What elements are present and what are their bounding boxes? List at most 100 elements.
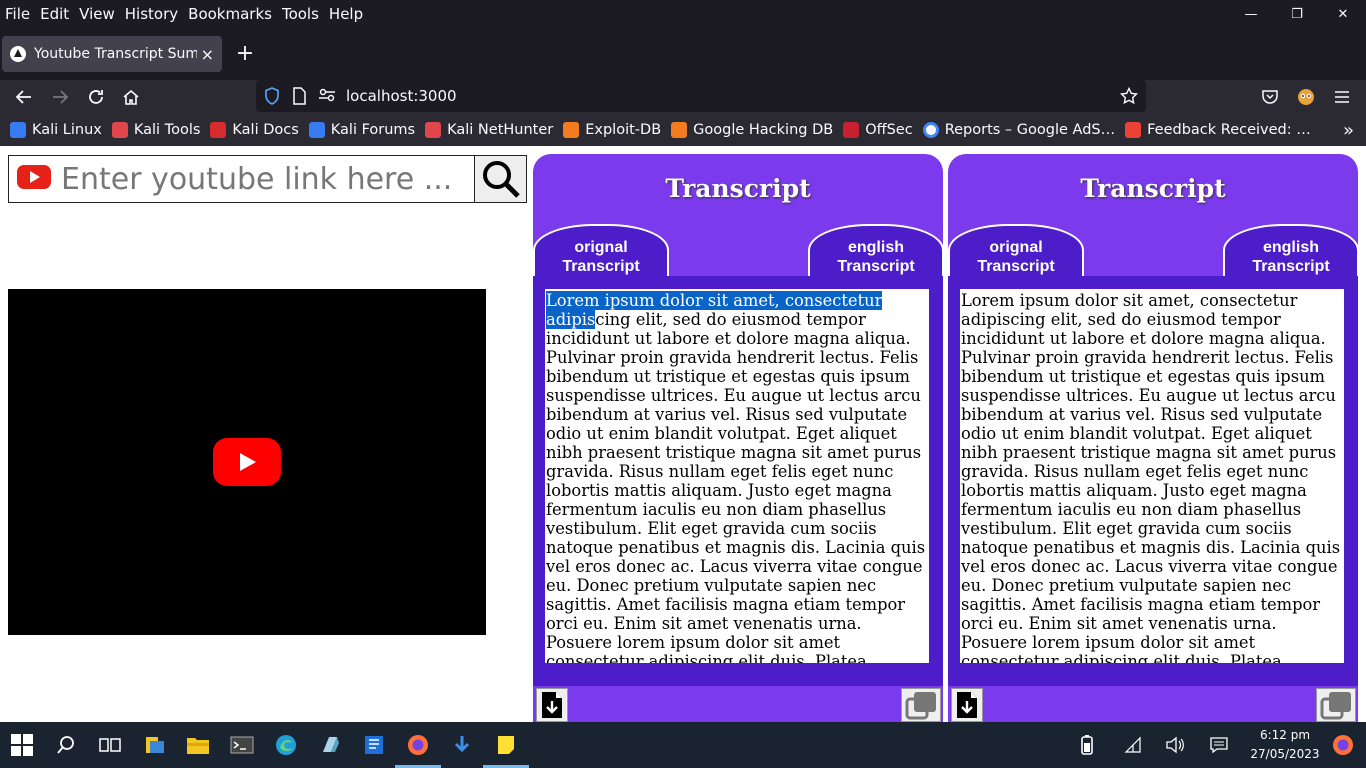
panel-title: Transcript bbox=[1080, 174, 1226, 203]
gmail-icon bbox=[1125, 122, 1142, 138]
pocket-icon[interactable] bbox=[1256, 83, 1284, 111]
menu-view[interactable]: View bbox=[74, 0, 120, 28]
home-icon[interactable] bbox=[117, 83, 145, 111]
bookmark-item[interactable]: Kali Linux bbox=[10, 122, 102, 138]
hamburger-menu-icon[interactable] bbox=[1328, 83, 1356, 111]
tab-original-transcript[interactable]: orignal Transcript bbox=[948, 224, 1084, 282]
page-icon bbox=[292, 87, 306, 109]
firefox-tray-icon[interactable] bbox=[1328, 722, 1358, 768]
download-button[interactable] bbox=[536, 688, 568, 722]
menu-help[interactable]: Help bbox=[324, 0, 368, 28]
tab-bar: Youtube Transcript Summ × + bbox=[0, 28, 1366, 80]
document-app-icon[interactable] bbox=[359, 730, 389, 760]
windows-start-icon[interactable] bbox=[7, 730, 37, 760]
tab-english-transcript[interactable]: english Transcript bbox=[808, 224, 943, 282]
tab-english-transcript[interactable]: english Transcript bbox=[1223, 224, 1358, 282]
download-button[interactable] bbox=[951, 688, 983, 722]
menu-file[interactable]: File bbox=[0, 0, 35, 28]
network-icon[interactable] bbox=[1120, 722, 1146, 768]
video-player[interactable] bbox=[8, 289, 486, 635]
page-content: Transcript orignal Transcript english Tr… bbox=[0, 146, 1366, 722]
youtube-link-input[interactable] bbox=[61, 160, 471, 198]
system-clock[interactable]: 6:12 pm 27/05/2023 bbox=[1250, 726, 1320, 764]
url-bar[interactable]: localhost:3000 bbox=[256, 80, 1146, 112]
notifications-icon[interactable] bbox=[1206, 722, 1232, 768]
navigation-bar: localhost:3000 bbox=[0, 80, 1366, 114]
menu-history[interactable]: History bbox=[120, 0, 183, 28]
shield-icon[interactable] bbox=[264, 87, 280, 109]
search-box bbox=[8, 155, 527, 203]
reload-icon[interactable] bbox=[82, 83, 110, 111]
app-icon[interactable] bbox=[315, 730, 345, 760]
panel-footer bbox=[533, 686, 943, 722]
copy-icon bbox=[905, 692, 936, 720]
kali-tools-icon bbox=[111, 122, 128, 138]
restore-icon[interactable]: ❐ bbox=[1274, 0, 1320, 28]
triangle-favicon-icon bbox=[10, 46, 26, 62]
task-view-icon[interactable] bbox=[95, 730, 125, 760]
battery-icon[interactable] bbox=[1074, 722, 1100, 768]
folder-icon[interactable] bbox=[183, 730, 213, 760]
url-text[interactable]: localhost:3000 bbox=[346, 87, 457, 105]
bookmark-item[interactable]: Kali Forums bbox=[308, 122, 415, 138]
menu-tools[interactable]: Tools bbox=[277, 0, 324, 28]
chevron-more-icon[interactable]: » bbox=[1343, 120, 1354, 141]
search-icon bbox=[482, 161, 520, 198]
kali-forums-icon bbox=[308, 122, 325, 138]
kali-docs-icon bbox=[210, 122, 227, 138]
transcript-text[interactable]: Lorem ipsum dolor sit amet, consectetur … bbox=[545, 289, 929, 663]
panel-body: Lorem ipsum dolor sit amet, consectetur … bbox=[533, 276, 943, 686]
search-button[interactable] bbox=[474, 155, 527, 203]
ghdb-icon bbox=[671, 122, 688, 138]
edge-icon[interactable] bbox=[271, 730, 301, 760]
tab-title: Youtube Transcript Summ bbox=[34, 46, 197, 62]
windows-taskbar: 6:12 pm 27/05/2023 bbox=[0, 722, 1366, 768]
bookmark-item[interactable]: Exploit-DB bbox=[563, 122, 661, 138]
new-tab-button[interactable]: + bbox=[234, 40, 256, 68]
terminal-icon[interactable] bbox=[227, 730, 257, 760]
browser-tab[interactable]: Youtube Transcript Summ × bbox=[2, 36, 222, 72]
bookmark-item[interactable]: Feedback Received: … bbox=[1125, 122, 1311, 138]
bookmark-item[interactable]: Reports – Google AdS… bbox=[922, 122, 1115, 138]
transcript-text[interactable]: Lorem ipsum dolor sit amet, consectetur … bbox=[960, 289, 1344, 663]
panel-body: Lorem ipsum dolor sit amet, consectetur … bbox=[948, 276, 1358, 686]
sticky-notes-icon[interactable] bbox=[491, 730, 521, 760]
panel-title: Transcript bbox=[665, 174, 811, 203]
extension-icon[interactable] bbox=[1292, 83, 1320, 111]
bookmarks-toolbar: Kali Linux Kali Tools Kali Docs Kali For… bbox=[0, 114, 1366, 146]
bookmark-item[interactable]: OffSec bbox=[843, 122, 913, 138]
bookmark-item[interactable]: Kali Tools bbox=[111, 122, 200, 138]
menu-bookmarks[interactable]: Bookmarks bbox=[183, 0, 277, 28]
download-file-icon bbox=[542, 692, 562, 718]
file-manager-icon[interactable] bbox=[140, 730, 170, 760]
minimize-icon[interactable]: — bbox=[1228, 0, 1274, 28]
volume-icon[interactable] bbox=[1162, 722, 1188, 768]
clock-time: 6:12 pm bbox=[1259, 728, 1311, 742]
offsec-icon bbox=[843, 122, 860, 138]
transcript-panel-2: Transcript orignal Transcript english Tr… bbox=[948, 154, 1358, 722]
exploit-db-icon bbox=[563, 122, 580, 138]
back-icon[interactable] bbox=[10, 83, 38, 111]
bookmark-star-icon[interactable] bbox=[1119, 86, 1139, 109]
menu-bar: File Edit View History Bookmarks Tools H… bbox=[0, 0, 1366, 28]
bookmark-item[interactable]: Google Hacking DB bbox=[671, 122, 833, 138]
tab-close-icon[interactable]: × bbox=[201, 45, 214, 64]
firefox-taskbar-icon[interactable] bbox=[403, 730, 433, 760]
copy-button[interactable] bbox=[1316, 688, 1356, 722]
forward-icon[interactable] bbox=[46, 83, 74, 111]
menu-edit[interactable]: Edit bbox=[35, 0, 74, 28]
search-icon[interactable] bbox=[51, 730, 81, 760]
panel-footer bbox=[948, 686, 1358, 722]
downloads-icon[interactable] bbox=[447, 730, 477, 760]
window-controls: — ❐ ✕ bbox=[1228, 0, 1366, 28]
bookmark-item[interactable]: Kali Docs bbox=[210, 122, 299, 138]
permissions-icon[interactable] bbox=[318, 87, 336, 107]
clock-date: 27/05/2023 bbox=[1250, 747, 1320, 761]
copy-icon bbox=[1320, 692, 1351, 720]
close-window-icon[interactable]: ✕ bbox=[1320, 0, 1366, 28]
transcript-panel-1: Transcript orignal Transcript english Tr… bbox=[533, 154, 943, 722]
bookmark-item[interactable]: Kali NetHunter bbox=[425, 122, 553, 138]
copy-button[interactable] bbox=[901, 688, 941, 722]
tab-original-transcript[interactable]: orignal Transcript bbox=[533, 224, 669, 282]
youtube-play-icon[interactable] bbox=[213, 438, 281, 486]
